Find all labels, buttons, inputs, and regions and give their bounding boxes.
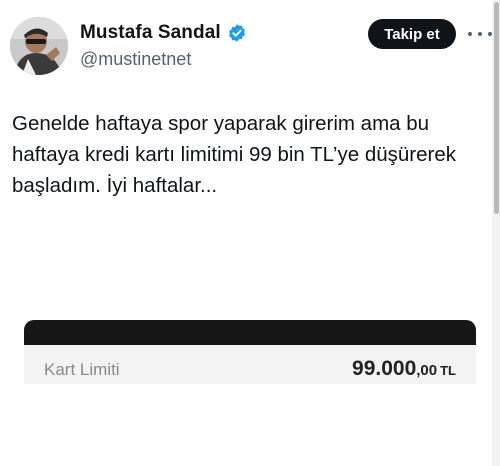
card-limit-row: Kart Limiti 99.000,00 TL [24, 345, 476, 381]
card-limit-label: Kart Limiti [44, 360, 120, 379]
avatar-photo [10, 17, 68, 75]
more-options-icon[interactable] [468, 25, 492, 43]
author-name-row: Mustafa Sandal [80, 22, 247, 44]
author-avatar[interactable] [10, 17, 68, 75]
scrollbar-thumb[interactable] [494, 2, 499, 214]
more-dot [468, 32, 472, 36]
media-header-bar [24, 320, 476, 345]
follow-button[interactable]: Takip et [368, 19, 456, 49]
tweet-text-line: başladım. İyi haftalar... [12, 174, 218, 197]
tweet-card: Mustafa Sandal @mustinetnet Takip et Gen… [0, 0, 500, 466]
tweet-text: Genelde haftaya spor yaparak girerim ama… [12, 108, 494, 201]
card-limit-amount: 99.000,00 TL [352, 357, 456, 381]
card-limit-value: 99.000 [352, 357, 417, 380]
tweet-media-image[interactable]: Kart Limiti 99.000,00 TL [24, 320, 476, 384]
tweet-text-line: haftaya kredi kartı limitimi 99 bin TL’y… [12, 143, 456, 166]
tweet-text-line: Genelde haftaya spor yaparak girerim ama… [12, 112, 430, 135]
author-display-name[interactable]: Mustafa Sandal [80, 22, 221, 44]
card-limit-cents: ,00 [416, 362, 438, 379]
author-handle[interactable]: @mustinetnet [80, 49, 191, 70]
more-dot [478, 32, 482, 36]
verified-badge-icon [227, 23, 247, 43]
scrollbar[interactable] [492, 0, 500, 466]
card-limit-currency: TL [440, 363, 456, 378]
